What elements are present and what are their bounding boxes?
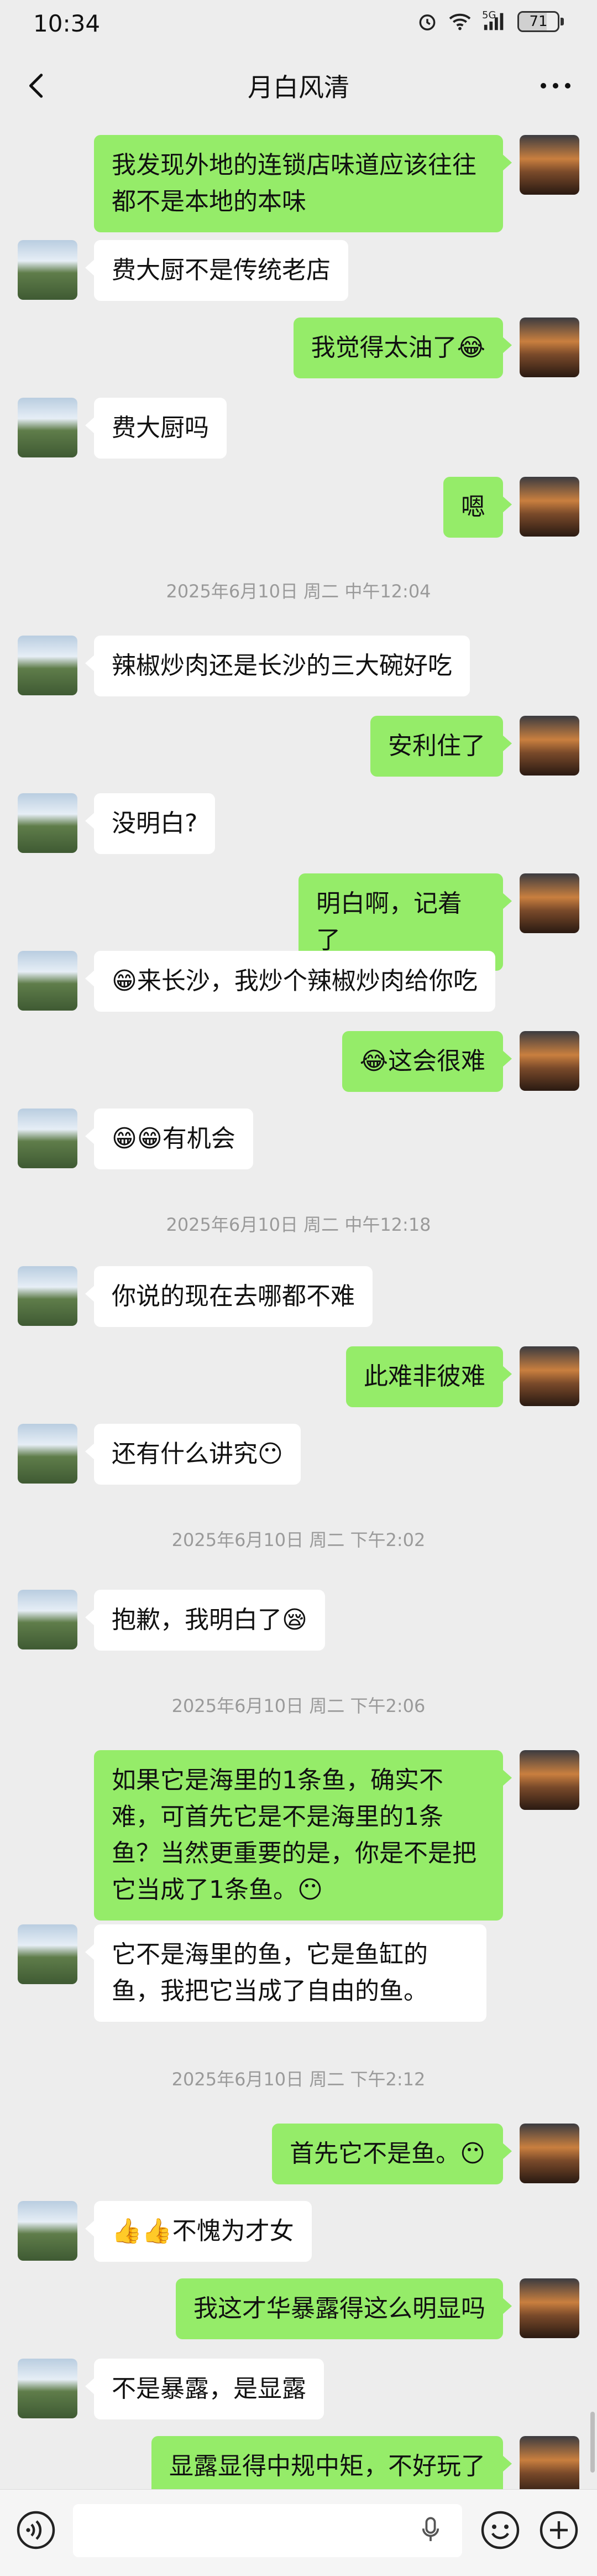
message-bubble[interactable]: 它不是海里的鱼，它是鱼缸的鱼，我把它当成了自由的鱼。 [85,1924,486,2022]
emoji-icon [481,2511,520,2549]
wifi-icon [448,12,472,32]
contact-avatar[interactable] [18,2201,77,2261]
message-bubble[interactable]: 你说的现在去哪都不难 [85,1266,373,1327]
chat-screen: 10:34 5G 71 月白风清 我发现外地的连锁店味道应该往往都不是本地的本味… [0,0,597,2576]
my-avatar[interactable] [520,2436,579,2496]
message-bubble[interactable]: 我觉得太油了😂 [293,318,512,378]
message-bubble[interactable]: 😁😁有机会 [85,1109,253,1169]
battery-icon: 71 [517,11,559,32]
my-avatar[interactable] [520,1346,579,1406]
contact-avatar[interactable] [18,398,77,457]
voice-button[interactable] [12,2506,60,2554]
contact-avatar[interactable] [18,240,77,300]
alarm-icon [417,11,438,32]
nav-bar: 月白风清 [0,53,597,118]
plus-icon [540,2511,578,2549]
signal-icon: 5G [482,9,507,32]
status-bar: 10:34 5G 71 [0,0,597,53]
timestamp-divider: 2025年6月10日 周二 下午2:12 [171,2069,426,2090]
contact-avatar[interactable] [18,793,77,853]
voice-icon [17,2511,55,2549]
more-button[interactable] [531,65,580,106]
battery-nub [561,18,564,25]
message-bubble[interactable]: 我发现外地的连锁店味道应该往往都不是本地的本味 [94,135,512,232]
message-bubble[interactable]: 不是暴露，是显露 [85,2359,324,2419]
message-bubble[interactable]: 😁来长沙，我炒个辣椒炒肉给你吃 [85,951,495,1012]
message-bubble[interactable]: 嗯 [443,477,512,538]
message-bubble[interactable]: 没明白? [85,793,216,854]
message-bubble[interactable]: 显露显得中规中矩，不好玩了 [151,2436,512,2497]
message-bubble[interactable]: 抱歉，我明白了😪 [85,1590,325,1651]
input-bar [0,2489,597,2576]
status-time: 10:34 [33,10,101,37]
battery-level: 71 [529,13,548,30]
message-bubble[interactable]: 辣椒炒肉还是长沙的三大碗好吃 [85,636,470,696]
timestamp-divider: 2025年6月10日 周二 中午12:04 [166,581,431,602]
message-bubble[interactable]: 😂这会很难 [342,1031,512,1092]
contact-avatar[interactable] [18,1590,77,1649]
message-input[interactable] [73,2504,462,2557]
my-avatar[interactable] [520,2124,579,2183]
timestamp-divider: 2025年6月10日 周二 下午2:06 [171,1695,426,1716]
message-list[interactable]: 我发现外地的连锁店味道应该往往都不是本地的本味费大厨不是传统老店我觉得太油了😂 费… [0,118,597,2497]
message-bubble[interactable]: 费大厨不是传统老店 [85,240,348,301]
battery-indicator: 71 [517,11,564,32]
message-bubble[interactable]: 安利住了 [370,716,512,777]
emoji-button[interactable] [476,2506,524,2554]
message-bubble[interactable]: 我这才华暴露得这么明显吗 [176,2278,512,2339]
chat-title: 月白风清 [248,72,349,102]
message-bubble[interactable]: 还有什么讲究😶 [85,1424,301,1485]
my-avatar[interactable] [520,1031,579,1091]
message-bubble[interactable]: 👍👍不愧为才女 [85,2201,312,2262]
my-avatar[interactable] [520,477,579,537]
contact-avatar[interactable] [18,951,77,1011]
my-avatar[interactable] [520,1750,579,1810]
timestamp-divider: 2025年6月10日 周二 中午12:18 [166,1214,431,1235]
my-avatar[interactable] [520,135,579,195]
contact-avatar[interactable] [18,636,77,695]
contact-avatar[interactable] [18,1924,77,1984]
message-bubble[interactable]: 此难非彼难 [346,1346,512,1407]
status-icons: 5G 71 [417,9,564,32]
my-avatar[interactable] [520,318,579,377]
more-dots-icon [541,83,570,89]
contact-avatar[interactable] [18,1424,77,1484]
my-avatar[interactable] [520,716,579,776]
my-avatar[interactable] [520,2278,579,2338]
timestamp-divider: 2025年6月10日 周二 下午2:02 [171,1529,426,1550]
message-bubble[interactable]: 如果它是海里的1条鱼，确实不难，可首先它是不是海里的1条鱼？当然更重要的是，你是… [94,1750,512,1921]
network-type: 5G [482,9,496,21]
plus-button[interactable] [535,2506,583,2554]
message-bubble[interactable]: 首先它不是鱼。😶 [272,2124,512,2184]
my-avatar[interactable] [520,873,579,933]
contact-avatar[interactable] [18,1266,77,1326]
contact-avatar[interactable] [18,1109,77,1168]
message-bubble[interactable]: 费大厨吗 [85,398,227,459]
microphone-icon[interactable] [417,2515,444,2546]
contact-avatar[interactable] [18,2359,77,2418]
scrollbar-thumb[interactable] [590,2412,595,2473]
